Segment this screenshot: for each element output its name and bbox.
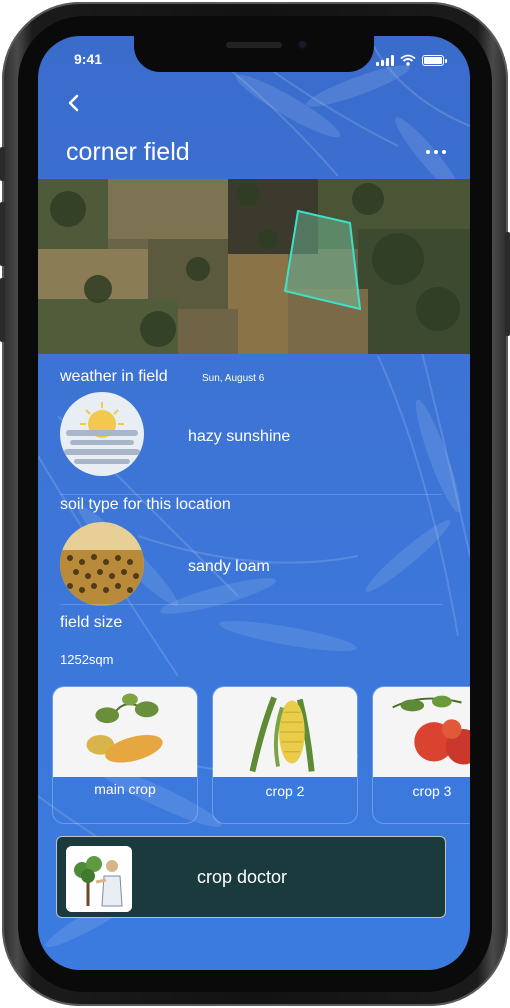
- corn-icon: [213, 687, 357, 777]
- divider: [60, 494, 442, 495]
- crop-doctor-label: crop doctor: [197, 867, 288, 887]
- volume-up-button: [0, 202, 5, 266]
- crop-label: main crop: [94, 781, 156, 797]
- battery-icon: [422, 55, 447, 66]
- hazy-sunshine-icon: [60, 392, 144, 476]
- soil-type: sandy loam: [188, 558, 270, 575]
- soil-label: soil type for this location: [60, 496, 231, 513]
- mute-switch: [0, 147, 5, 181]
- status-time: 9:41: [74, 51, 103, 67]
- crop-label: crop 3: [412, 783, 452, 799]
- crop-card-2[interactable]: crop 2: [212, 686, 358, 824]
- crop-doctor-button[interactable]: crop doctor: [56, 836, 446, 918]
- crop-label: crop 2: [265, 783, 305, 799]
- weather-condition: hazy sunshine: [188, 428, 291, 445]
- power-button: [505, 232, 510, 336]
- volume-down-button: [0, 278, 5, 342]
- crop-card-main[interactable]: main crop: [52, 686, 198, 824]
- page-title: corner field: [66, 138, 190, 166]
- field-size-value: 1252sqm: [60, 652, 114, 667]
- cellular-signal-icon: [376, 55, 394, 66]
- wifi-icon: [400, 54, 416, 66]
- tomato-icon: [373, 687, 470, 777]
- front-camera: [297, 39, 308, 50]
- plant-doctor-icon: [66, 846, 132, 912]
- sweet-potato-icon: [53, 687, 197, 777]
- weather-label: weather in field: [60, 368, 168, 385]
- status-icons: [376, 54, 447, 66]
- device-notch: [134, 36, 374, 72]
- back-chevron-icon[interactable]: [64, 92, 86, 114]
- crop-card-3[interactable]: crop 3: [372, 686, 470, 824]
- field-satellite-map[interactable]: [38, 179, 470, 354]
- app-screen: 9:41 corner field weather in field Sun, …: [38, 36, 470, 970]
- divider: [60, 604, 442, 605]
- weather-date: Sun, August 6: [202, 373, 265, 384]
- field-size-label: field size: [60, 614, 123, 631]
- sandy-loam-icon: [60, 522, 144, 606]
- more-options-icon[interactable]: [426, 146, 450, 158]
- speaker-grille: [226, 42, 282, 48]
